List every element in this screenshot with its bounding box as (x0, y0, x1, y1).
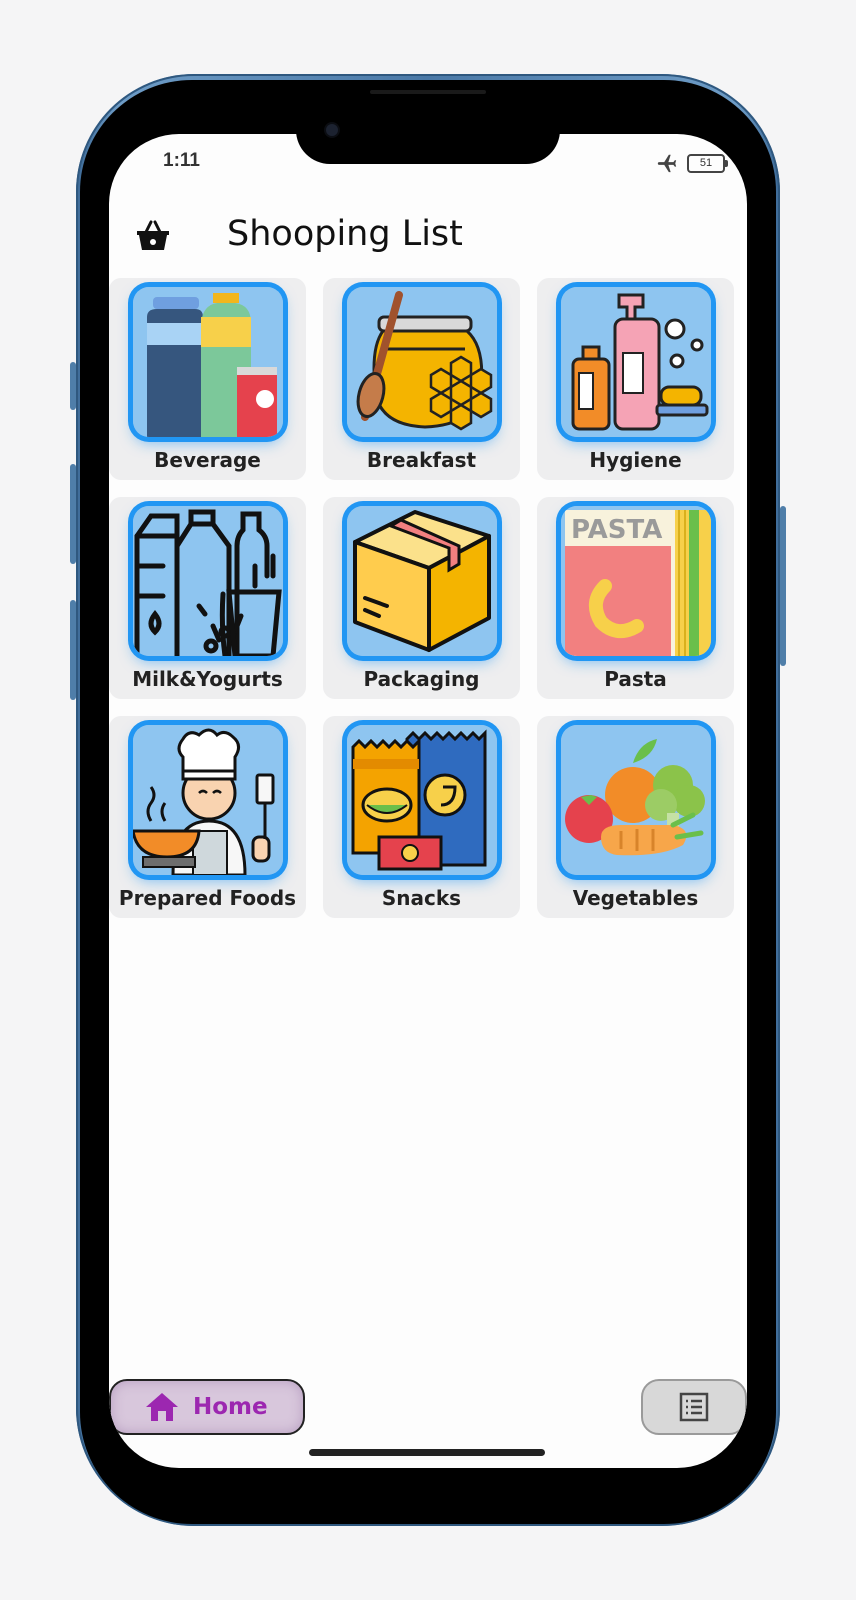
category-label: Hygiene (589, 448, 682, 472)
home-indicator (309, 1449, 545, 1456)
home-icon (146, 1393, 178, 1421)
category-tile-milk-yogurts[interactable]: Milk&Yogurts (109, 497, 306, 699)
volume-down-button (70, 600, 76, 700)
honey-jar-icon (347, 287, 497, 437)
category-tile-packaging[interactable]: Packaging (323, 497, 520, 699)
category-tile-vegetables[interactable]: Vegetables (537, 716, 734, 918)
home-button-label: Home (193, 1394, 268, 1420)
page-title: Shooping List (227, 214, 463, 254)
category-tile-pasta[interactable]: PASTA Pasta (537, 497, 734, 699)
beverage-icon (133, 287, 283, 437)
svg-text:PASTA: PASTA (571, 515, 662, 545)
snack-bags-icon (347, 725, 497, 875)
front-camera (326, 124, 338, 136)
list-button[interactable] (641, 1379, 747, 1435)
category-tile-prepared-foods[interactable]: Prepared Foods (109, 716, 306, 918)
category-tile-snacks[interactable]: Snacks (323, 716, 520, 918)
box-icon (347, 506, 497, 656)
vegetables-icon (561, 725, 711, 875)
category-tile-hygiene[interactable]: Hygiene (537, 278, 734, 480)
category-label: Vegetables (572, 886, 699, 910)
basket-icon[interactable] (135, 218, 171, 254)
category-label: Beverage (154, 448, 261, 472)
category-label: Packaging (363, 667, 480, 691)
category-grid: Beverage Breakfast Hygiene Milk&Yogurts … (109, 278, 747, 918)
bottom-nav: Home (109, 1379, 747, 1439)
category-label: Snacks (381, 886, 462, 910)
category-label: Prepared Foods (118, 886, 297, 910)
mute-switch (70, 362, 76, 410)
status-icons: 51 (655, 152, 728, 174)
power-button (780, 506, 786, 666)
speaker-grille (370, 90, 486, 94)
category-tile-breakfast[interactable]: Breakfast (323, 278, 520, 480)
battery-indicator: 51 (687, 153, 728, 173)
list-icon (679, 1392, 709, 1422)
app-bar: Shooping List (109, 204, 747, 274)
category-label: Milk&Yogurts (132, 667, 283, 691)
category-label: Breakfast (366, 448, 477, 472)
milk-bottles-icon (133, 506, 283, 656)
category-label: Pasta (604, 667, 667, 691)
home-button[interactable]: Home (109, 1379, 305, 1435)
pasta-box-icon: PASTA (561, 506, 711, 656)
airplane-icon (657, 154, 677, 173)
app-screen: 1:11 51 Shooping List Beverage Breakfast… (109, 134, 747, 1468)
category-tile-beverage[interactable]: Beverage (109, 278, 306, 480)
volume-up-button (70, 464, 76, 564)
chef-icon (133, 725, 283, 875)
status-time: 1:11 (163, 150, 200, 171)
hygiene-bottles-icon (561, 287, 711, 437)
